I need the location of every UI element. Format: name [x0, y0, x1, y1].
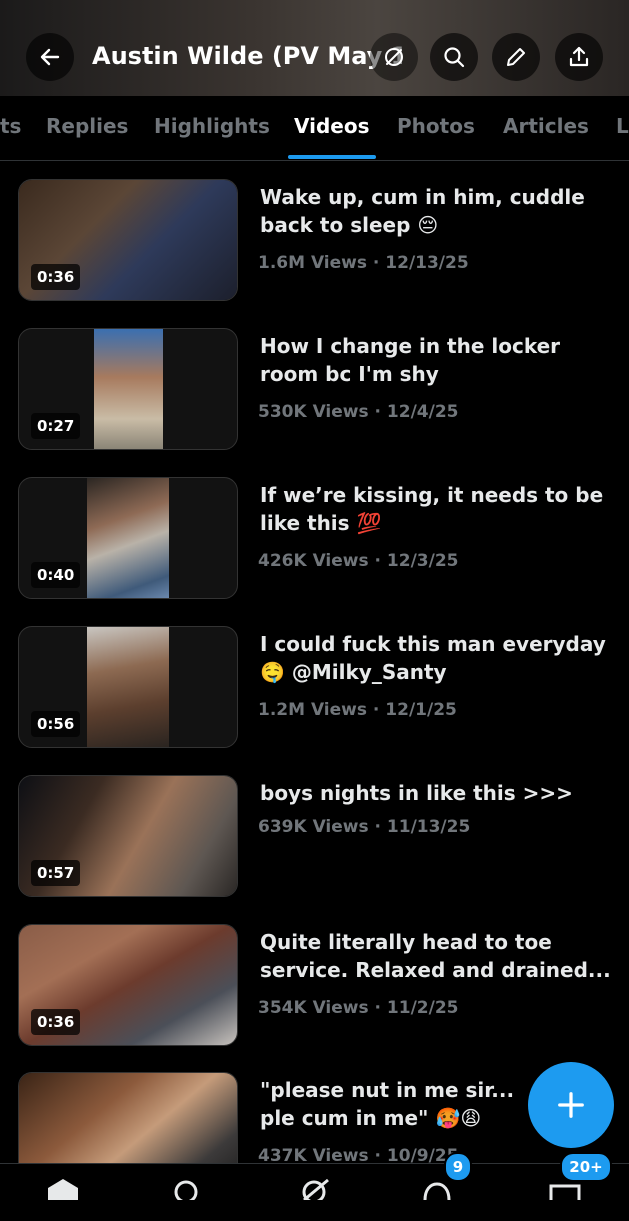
video-thumbnail[interactable]: 0:27 — [18, 328, 238, 450]
active-tab-indicator — [288, 155, 376, 159]
video-thumbnail[interactable]: 0:36 — [18, 179, 238, 301]
tab-likes[interactable]: L — [616, 114, 629, 138]
share-icon — [569, 46, 589, 67]
video-meta: 426K Views · 12/3/25 — [258, 551, 459, 571]
tab-videos[interactable]: Videos — [294, 114, 370, 138]
video-list-item[interactable]: 0:27 How I change in the locker room bc … — [0, 328, 629, 477]
video-thumbnail[interactable]: 0:56 — [18, 626, 238, 748]
video-list-item[interactable]: 0:36 Wake up, cum in him, cuddle back to… — [0, 179, 629, 328]
video-meta: 1.6M Views · 12/13/25 — [258, 253, 469, 273]
video-title: Wake up, cum in him, cuddle back to slee… — [260, 185, 585, 237]
messages-badge: 20+ — [560, 1152, 612, 1182]
search-button[interactable] — [430, 33, 478, 81]
video-title: If we’re kissing, it needs to be like th… — [260, 483, 604, 535]
video-title: Quite literally head to toe service. Rel… — [260, 930, 611, 982]
mute-button[interactable] — [370, 33, 418, 81]
back-arrow-icon — [40, 48, 60, 66]
video-meta: 530K Views · 12/4/25 — [258, 402, 459, 422]
video-title: I could fuck this man everyday 🤤 @Milky_… — [260, 632, 606, 684]
edit-button[interactable] — [492, 33, 540, 81]
bottom-navigation: 9 20+ — [0, 1152, 629, 1200]
edit-icon — [507, 48, 525, 66]
video-duration: 0:36 — [31, 1009, 81, 1035]
video-list-item[interactable]: 0:40 If we’re kissing, it needs to be li… — [0, 477, 629, 626]
video-duration: 0:57 — [31, 860, 81, 886]
video-list-item[interactable]: 0:56 I could fuck this man everyday 🤤 @M… — [0, 626, 629, 775]
mute-icon — [385, 48, 403, 66]
page-title: Austin Wilde (PV May 10 — [92, 42, 402, 70]
profile-tabs: ts Replies Highlights Videos Photos Arti… — [0, 96, 629, 161]
video-duration: 0:56 — [31, 711, 81, 737]
video-duration: 0:36 — [31, 264, 81, 290]
search-icon[interactable] — [170, 1178, 204, 1200]
home-icon[interactable] — [46, 1178, 80, 1200]
tab-posts[interactable]: ts — [0, 114, 21, 138]
video-list-item[interactable]: 0:57 boys nights in like this >>> 639K V… — [0, 775, 629, 924]
plus-icon — [558, 1092, 584, 1118]
video-meta: 1.2M Views · 12/1/25 — [258, 700, 457, 720]
video-duration: 0:40 — [31, 562, 81, 588]
video-thumbnail[interactable]: 0:57 — [18, 775, 238, 897]
video-thumbnail[interactable]: 0:40 — [18, 477, 238, 599]
profile-header: Austin Wilde (PV May 10 — [0, 0, 629, 96]
video-title: "please nut in me sir... ple cum in me" … — [260, 1078, 515, 1130]
compose-fab[interactable] — [528, 1062, 614, 1148]
video-title: boys nights in like this >>> — [260, 781, 573, 805]
video-thumbnail[interactable]: 0:36 — [18, 924, 238, 1046]
notifications-icon[interactable] — [420, 1178, 454, 1200]
notifications-badge: 9 — [444, 1152, 472, 1182]
video-list-item[interactable]: 0:36 Quite literally head to toe service… — [0, 924, 629, 1073]
tab-articles[interactable]: Articles — [503, 114, 589, 138]
back-button[interactable] — [26, 33, 74, 81]
share-button[interactable] — [555, 33, 603, 81]
grok-icon[interactable] — [298, 1178, 332, 1200]
tab-highlights[interactable]: Highlights — [154, 114, 270, 138]
tab-photos[interactable]: Photos — [397, 114, 475, 138]
tab-replies[interactable]: Replies — [46, 114, 128, 138]
video-meta: 639K Views · 11/13/25 — [258, 817, 471, 837]
video-title: How I change in the locker room bc I'm s… — [260, 334, 561, 386]
search-icon — [444, 47, 465, 68]
video-duration: 0:27 — [31, 413, 81, 439]
video-meta: 354K Views · 11/2/25 — [258, 998, 459, 1018]
